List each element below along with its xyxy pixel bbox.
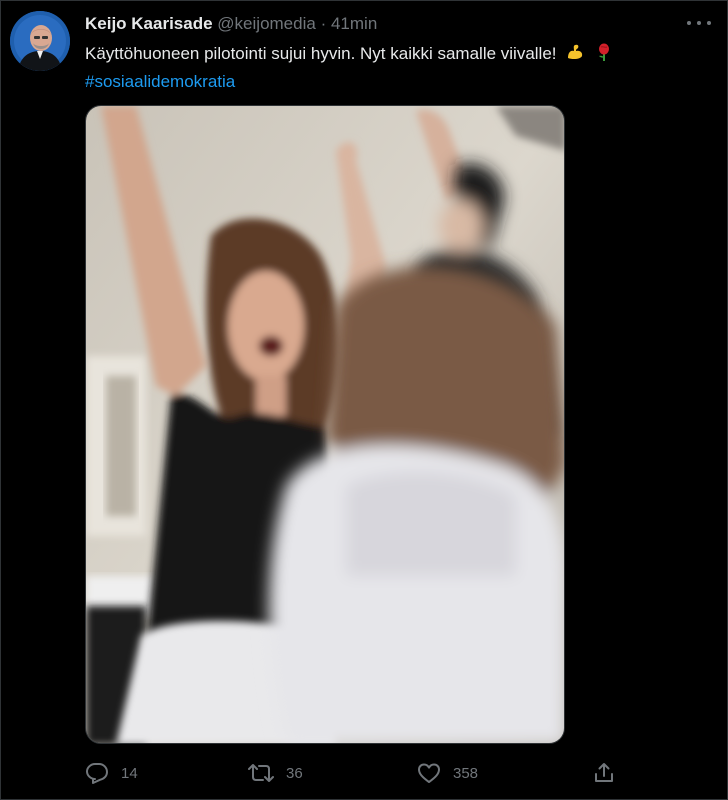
reply-button[interactable]: 14 [85,758,138,788]
author-name[interactable]: Keijo Kaarisade [85,14,213,33]
heart-icon [418,763,440,783]
author-handle[interactable]: @keijomedia [217,14,316,33]
like-count: 358 [453,764,479,782]
more-options-icon[interactable] [687,13,711,33]
retweet-count: 36 [286,764,303,782]
tweet-header: Keijo Kaarisade @keijomedia · 41min [85,14,377,34]
rose-icon [594,42,614,69]
retweet-button[interactable]: 36 [248,758,303,788]
tweet-card[interactable]: Keijo Kaarisade @keijomedia · 41min Käyt… [0,0,728,800]
share-icon [595,763,613,782]
tweet-actions: 14 36 358 [85,758,625,788]
tweet-text: Käyttöhuoneen pilotointi sujui hyvin. Ny… [85,44,557,63]
hashtag-link[interactable]: #sosiaalidemokratia [85,69,685,94]
tweet-body: Käyttöhuoneen pilotointi sujui hyvin. Ny… [85,41,685,94]
video-still-image [86,106,564,743]
flexed-biceps-icon [565,42,585,69]
avatar-image [10,11,70,71]
tweet-video[interactable] [85,105,565,744]
like-button[interactable]: 358 [417,758,478,788]
header-separator: · [320,14,327,33]
reply-count: 14 [121,764,138,782]
retweet-icon [248,764,274,782]
author-avatar[interactable] [10,11,70,71]
reply-icon [86,763,108,784]
share-button[interactable] [593,758,615,788]
tweet-timestamp[interactable]: 41min [331,14,377,33]
